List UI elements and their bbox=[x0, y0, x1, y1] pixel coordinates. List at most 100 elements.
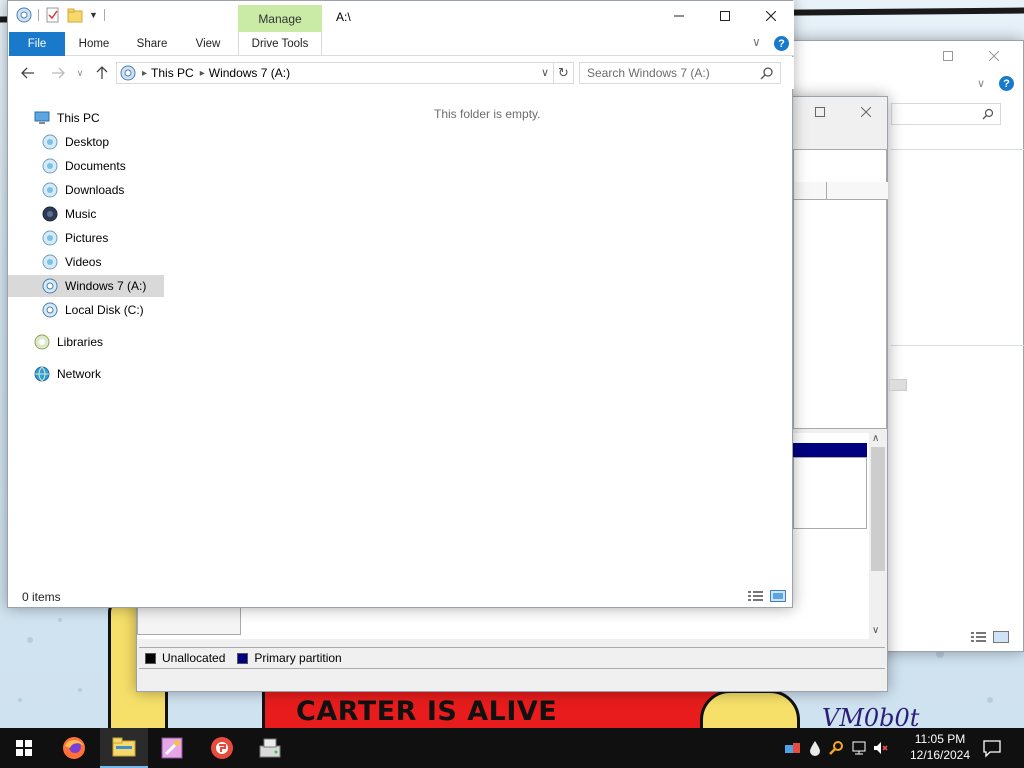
scroll-down-icon[interactable]: ∨ bbox=[872, 625, 879, 636]
unallocated-area[interactable] bbox=[137, 605, 241, 635]
nav-label: This PC bbox=[57, 111, 100, 125]
nav-label: Documents bbox=[65, 159, 126, 173]
taskbar-pdf-reader[interactable] bbox=[198, 728, 246, 768]
documents-icon bbox=[42, 158, 58, 174]
scroll-up-icon[interactable]: ∧ bbox=[872, 433, 879, 444]
customize-toolbar-icon[interactable]: ▼ bbox=[89, 10, 98, 20]
nav-item-documents[interactable]: Documents bbox=[42, 155, 126, 177]
close-button[interactable] bbox=[748, 1, 794, 31]
breadcrumb-drive[interactable]: Windows 7 (A:) bbox=[209, 66, 290, 80]
file-explorer-window[interactable]: ▼ Manage A:\ File Home Share View Drive … bbox=[7, 0, 794, 608]
volume-list[interactable] bbox=[793, 149, 888, 429]
nav-item-network[interactable]: Network bbox=[34, 363, 101, 385]
nav-label: Network bbox=[57, 367, 102, 381]
taskbar-file-explorer[interactable] bbox=[100, 728, 148, 768]
quick-access-toolbar: ▼ bbox=[16, 7, 105, 23]
new-folder-icon[interactable] bbox=[67, 7, 83, 23]
navigation-bar: ∨ ▸ This PC ▸ Windows 7 (A:) ∨ ↻ Search … bbox=[8, 57, 794, 89]
help-icon[interactable]: ? bbox=[774, 36, 789, 51]
nav-label: Pictures bbox=[65, 231, 109, 245]
tab-view[interactable]: View bbox=[184, 32, 232, 56]
properties-icon[interactable] bbox=[45, 7, 61, 23]
minimize-button[interactable] bbox=[656, 1, 702, 31]
network-warning-icon[interactable] bbox=[784, 739, 802, 757]
windows-logo-icon bbox=[16, 740, 32, 756]
nav-label: Desktop bbox=[65, 135, 110, 149]
scrollbar-thumb[interactable] bbox=[871, 447, 885, 571]
nav-item-local-disk[interactable]: Local Disk (C:) bbox=[42, 299, 144, 321]
view-details-icon[interactable] bbox=[971, 631, 987, 643]
taskbar-firefox[interactable] bbox=[50, 728, 98, 768]
legend-swatch-unallocated bbox=[145, 652, 156, 664]
title-bar[interactable]: ▼ Manage A:\ bbox=[8, 1, 794, 32]
system-tray bbox=[784, 728, 890, 768]
notification-center-icon[interactable] bbox=[982, 738, 1002, 758]
desktop-icon bbox=[42, 134, 58, 150]
search-input[interactable]: Search Windows 7 (A:) bbox=[579, 62, 781, 84]
nav-item-this-pc[interactable]: This PC bbox=[34, 107, 100, 129]
nav-item-music[interactable]: Music bbox=[42, 203, 96, 225]
address-dropdown-icon[interactable]: ∨ bbox=[541, 66, 549, 79]
search-placeholder: Search Windows 7 (A:) bbox=[587, 66, 710, 80]
hard-drive-icon bbox=[42, 302, 58, 318]
nav-label: Videos bbox=[65, 255, 102, 269]
downloads-icon bbox=[42, 182, 58, 198]
address-bar[interactable]: ▸ This PC ▸ Windows 7 (A:) ∨ ↻ bbox=[116, 62, 574, 84]
water-drop-icon[interactable] bbox=[806, 739, 824, 757]
breadcrumb-chevron-icon[interactable]: ▸ bbox=[142, 68, 147, 79]
tab-share[interactable]: Share bbox=[128, 32, 176, 56]
system-clock[interactable]: 11:05 PM 12/16/2024 bbox=[900, 731, 980, 763]
volume-muted-icon[interactable] bbox=[872, 739, 890, 757]
search-icon[interactable] bbox=[760, 66, 774, 80]
tab-file[interactable]: File bbox=[9, 32, 65, 56]
nav-item-pictures[interactable]: Pictures bbox=[42, 227, 108, 249]
back-arrow-icon[interactable] bbox=[18, 63, 38, 83]
close-button[interactable] bbox=[843, 97, 889, 127]
nav-item-windows7-drive[interactable]: Windows 7 (A:) bbox=[8, 275, 164, 297]
column-header[interactable] bbox=[794, 182, 888, 200]
maximize-button[interactable] bbox=[702, 1, 748, 31]
nav-item-libraries[interactable]: Libraries bbox=[34, 331, 103, 353]
refresh-icon[interactable]: ↻ bbox=[553, 63, 573, 83]
tab-home[interactable]: Home bbox=[70, 32, 118, 56]
taskbar-paint[interactable] bbox=[148, 728, 196, 768]
nav-label: Music bbox=[65, 207, 97, 221]
chevron-down-icon[interactable]: ∨ bbox=[977, 77, 985, 90]
chevron-down-icon[interactable]: ∨ bbox=[752, 35, 768, 51]
tab-drive-tools[interactable]: Drive Tools bbox=[238, 32, 322, 56]
tab-manage[interactable]: Manage bbox=[238, 5, 322, 32]
network-icon[interactable] bbox=[850, 739, 868, 757]
search-icon bbox=[982, 108, 994, 120]
up-arrow-icon[interactable] bbox=[92, 63, 112, 83]
close-button[interactable] bbox=[971, 41, 1017, 71]
pictures-icon bbox=[42, 230, 58, 246]
search-field[interactable] bbox=[891, 103, 1001, 125]
help-icon[interactable]: ? bbox=[999, 76, 1014, 91]
large-icons-view-icon[interactable] bbox=[770, 589, 786, 603]
partition-body[interactable] bbox=[793, 457, 867, 529]
maximize-button[interactable] bbox=[797, 97, 843, 127]
partition-bar-primary[interactable] bbox=[793, 443, 867, 457]
nav-item-desktop[interactable]: Desktop bbox=[42, 131, 109, 153]
details-view-icon[interactable] bbox=[748, 589, 764, 603]
drive-icon bbox=[120, 65, 136, 81]
nav-label: Libraries bbox=[57, 335, 104, 349]
recent-locations-icon[interactable]: ∨ bbox=[70, 63, 90, 83]
nav-item-videos[interactable]: Videos bbox=[42, 251, 101, 273]
vertical-scrollbar[interactable]: ∧ ∨ bbox=[869, 433, 887, 639]
music-icon bbox=[42, 206, 58, 222]
forward-arrow-icon[interactable] bbox=[48, 63, 68, 83]
nav-item-downloads[interactable]: Downloads bbox=[42, 179, 124, 201]
drive-icon[interactable] bbox=[16, 7, 32, 23]
scrollbar-thumb[interactable] bbox=[889, 379, 907, 391]
start-button[interactable] bbox=[0, 728, 48, 768]
breadcrumb-chevron-icon[interactable]: ▸ bbox=[200, 68, 205, 79]
pdf-reader-icon bbox=[211, 737, 233, 759]
maximize-button[interactable] bbox=[925, 41, 971, 71]
taskbar-drive-tool[interactable] bbox=[246, 728, 294, 768]
view-tiles-icon[interactable] bbox=[993, 631, 1009, 643]
paint-icon bbox=[161, 737, 183, 759]
breadcrumb-this-pc[interactable]: This PC bbox=[151, 66, 194, 80]
libraries-icon bbox=[34, 334, 50, 350]
search-key-icon[interactable] bbox=[828, 739, 846, 757]
